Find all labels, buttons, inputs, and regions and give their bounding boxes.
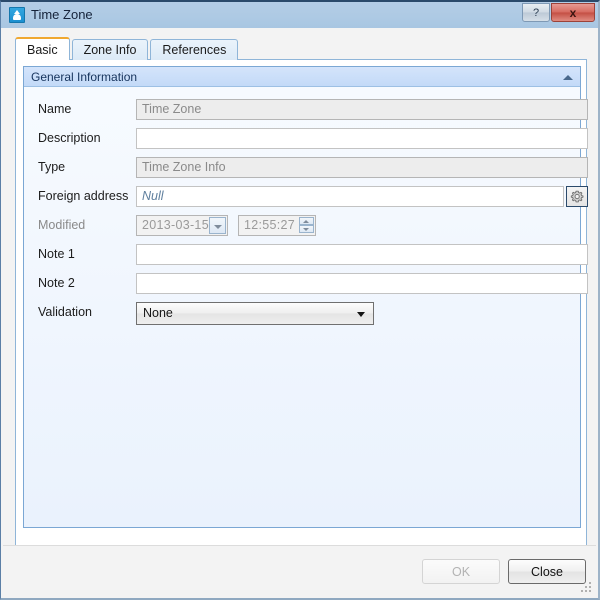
note2-input[interactable]: [136, 273, 588, 294]
chevron-down-icon[interactable]: [209, 217, 226, 234]
label-note2: Note 2: [38, 276, 75, 290]
tab-basic[interactable]: Basic: [15, 37, 70, 60]
label-validation: Validation: [38, 305, 92, 319]
row-validation: Validation None: [24, 302, 580, 325]
gear-icon[interactable]: [566, 186, 588, 207]
close-window-button[interactable]: x: [551, 3, 595, 22]
modified-date-picker[interactable]: 2013-03-15: [136, 215, 228, 236]
row-name: Name Time Zone: [24, 99, 588, 121]
tab-strip: Basic Zone Info References: [15, 37, 240, 60]
row-note2: Note 2: [24, 273, 588, 295]
validation-select[interactable]: None: [136, 302, 374, 325]
resize-grip-icon[interactable]: [581, 582, 593, 594]
title-bar: Time Zone ? x: [1, 2, 598, 28]
validation-value: None: [143, 306, 173, 320]
help-button[interactable]: ?: [522, 3, 550, 22]
tab-page-basic: General Information Name Time Zone Descr…: [15, 59, 588, 567]
label-description: Description: [38, 131, 101, 145]
note1-input[interactable]: [136, 244, 588, 265]
label-note1: Note 1: [38, 247, 75, 261]
modified-date-value: 2013-03-15: [142, 218, 209, 232]
chevron-down-icon[interactable]: [357, 312, 365, 317]
chevron-up-icon[interactable]: [562, 72, 574, 82]
spinner-down[interactable]: [299, 225, 314, 233]
row-foreign-address: Foreign address Null: [24, 186, 588, 208]
spinner-icon[interactable]: [299, 217, 314, 234]
modified-time-value: 12:55:27: [244, 218, 296, 232]
window-controls: ? x: [522, 3, 595, 22]
description-input[interactable]: [136, 128, 588, 149]
row-modified: Modified 2013-03-15 12:55:27: [24, 215, 580, 237]
row-note1: Note 1: [24, 244, 588, 266]
label-name: Name: [38, 102, 72, 116]
label-modified: Modified: [38, 218, 86, 232]
label-foreign-address: Foreign address: [38, 189, 129, 203]
row-description: Description: [24, 128, 588, 150]
dialog-footer: OK Close: [3, 545, 596, 596]
group-header: General Information: [24, 67, 580, 87]
type-input[interactable]: Time Zone Info: [136, 157, 588, 178]
spinner-up[interactable]: [299, 217, 314, 225]
row-type: Type Time Zone Info: [24, 157, 588, 179]
gear-glyph: [570, 190, 584, 203]
label-type: Type: [38, 160, 66, 174]
name-input[interactable]: Time Zone: [136, 99, 588, 120]
group-title: General Information: [31, 70, 138, 84]
modified-time-input[interactable]: 12:55:27: [238, 215, 316, 236]
ok-button[interactable]: OK: [422, 559, 500, 584]
tab-zone-info[interactable]: Zone Info: [71, 39, 149, 60]
foreign-address-input[interactable]: Null: [136, 186, 564, 207]
window-title: Time Zone: [31, 7, 93, 22]
app-icon: [9, 7, 25, 23]
dialog-window: Time Zone ? x Basic Zone Info References…: [0, 0, 600, 600]
general-information-group: General Information Name Time Zone Descr…: [23, 66, 588, 528]
close-button[interactable]: Close: [508, 559, 586, 584]
tab-references[interactable]: References: [150, 39, 239, 60]
client-area: Basic Zone Info References General Infor…: [1, 28, 598, 598]
